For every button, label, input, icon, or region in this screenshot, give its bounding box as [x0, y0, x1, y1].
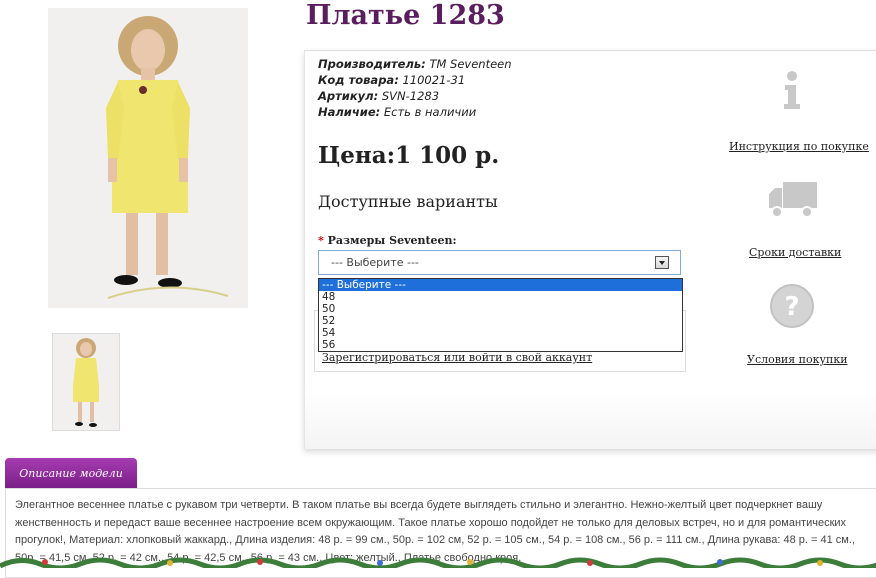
product-code-label: Код товара:: [318, 73, 399, 87]
size-label: * Размеры Seventeen:: [318, 234, 457, 247]
size-select-value: --- Выберите ---: [331, 256, 419, 269]
size-option[interactable]: 56: [319, 339, 682, 351]
product-title: Платье 1283: [306, 0, 505, 31]
question-icon[interactable]: ?: [768, 282, 816, 330]
product-price: Цена:1 100 р.: [318, 142, 500, 169]
dress-photo: [48, 8, 248, 308]
product-thumbnail[interactable]: [52, 333, 120, 431]
dress-thumbnail: [53, 334, 119, 430]
login-register-link[interactable]: Зарегистрироваться или войти в свой акка…: [322, 351, 592, 364]
svg-text:?: ?: [784, 292, 799, 322]
size-option[interactable]: 52: [319, 315, 682, 327]
availability-line: Наличие: Есть в наличии: [318, 105, 476, 119]
info-icon[interactable]: [776, 68, 808, 112]
size-option[interactable]: --- Выберите ---: [319, 279, 682, 291]
manufacturer-label: Производитель:: [318, 57, 426, 71]
size-option[interactable]: 48: [319, 291, 682, 303]
product-main-image[interactable]: [48, 8, 248, 308]
size-option[interactable]: 50: [319, 303, 682, 315]
availability-value: Есть в наличии: [383, 105, 477, 119]
size-label-text: Размеры Seventeen:: [327, 234, 457, 247]
size-select[interactable]: --- Выберите ---: [318, 250, 681, 275]
size-dropdown-list: --- Выберите --- 48 50 52 54 56: [318, 278, 683, 352]
product-code-value: 110021-31: [402, 73, 466, 87]
tab-description[interactable]: Описание модели: [5, 458, 137, 488]
terms-link[interactable]: Условия покупки: [747, 353, 848, 366]
delivery-link[interactable]: Сроки доставки: [749, 246, 841, 259]
availability-label: Наличие:: [318, 105, 381, 119]
sku-line: Артикул: SVN-1283: [318, 89, 439, 103]
size-option[interactable]: 54: [319, 327, 682, 339]
chevron-down-icon[interactable]: [655, 256, 669, 269]
sku-label: Артикул:: [318, 89, 379, 103]
instruction-link[interactable]: Инструкция по покупке: [729, 140, 869, 153]
garland-decoration: [0, 552, 876, 568]
sku-value: SVN-1283: [381, 89, 440, 103]
required-mark: *: [318, 234, 324, 247]
product-code-line: Код товара: 110021-31: [318, 73, 465, 87]
manufacturer-value: TM Seventeen: [429, 57, 512, 71]
options-heading: Доступные варианты: [318, 192, 498, 211]
truck-icon[interactable]: [766, 176, 820, 222]
manufacturer-line: Производитель: TM Seventeen: [318, 57, 512, 71]
